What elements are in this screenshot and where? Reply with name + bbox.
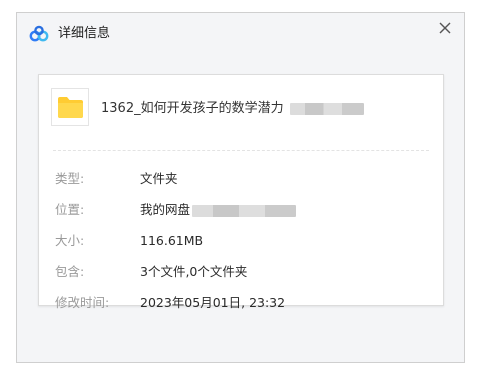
modified-label: 修改时间: bbox=[55, 295, 110, 310]
dialog-title: 详细信息 bbox=[58, 26, 111, 41]
details-card: 1362_如何开发孩子的数学潜力 类型: 文件夹 位置: 我的网盘 大小: 11… bbox=[38, 74, 444, 310]
size-label: 大小: bbox=[55, 233, 85, 248]
location-value-wrap: 我的网盘 bbox=[140, 201, 297, 219]
folder-thumbnail bbox=[51, 88, 89, 126]
file-header: 1362_如何开发孩子的数学潜力 bbox=[51, 88, 431, 128]
file-name-text: 1362_如何开发孩子的数学潜力 bbox=[101, 101, 284, 116]
location-label: 位置: bbox=[55, 202, 85, 217]
close-button[interactable] bbox=[436, 19, 454, 37]
type-value: 文件夹 bbox=[140, 171, 178, 186]
location-value[interactable]: 我的网盘 bbox=[140, 202, 190, 217]
contains-value: 3个文件,0个文件夹 bbox=[140, 264, 248, 279]
divider bbox=[53, 150, 429, 151]
close-icon bbox=[439, 22, 451, 34]
type-label: 类型: bbox=[55, 171, 85, 186]
redacted-blur bbox=[289, 102, 364, 115]
folder-icon bbox=[58, 97, 83, 118]
baidu-netdisk-logo-icon bbox=[29, 25, 49, 43]
file-name: 1362_如何开发孩子的数学潜力 bbox=[101, 97, 364, 116]
modified-value: 2023年05月01日, 23:32 bbox=[140, 295, 286, 310]
contains-label: 包含: bbox=[55, 264, 85, 279]
details-dialog: 详细信息 1362_如何开发孩子的数学潜力 类型: 文件夹 位置: 我的网盘 大… bbox=[16, 12, 465, 363]
size-value: 116.61MB bbox=[140, 233, 204, 248]
title-bar: 详细信息 bbox=[17, 13, 464, 57]
redacted-blur bbox=[192, 204, 297, 217]
